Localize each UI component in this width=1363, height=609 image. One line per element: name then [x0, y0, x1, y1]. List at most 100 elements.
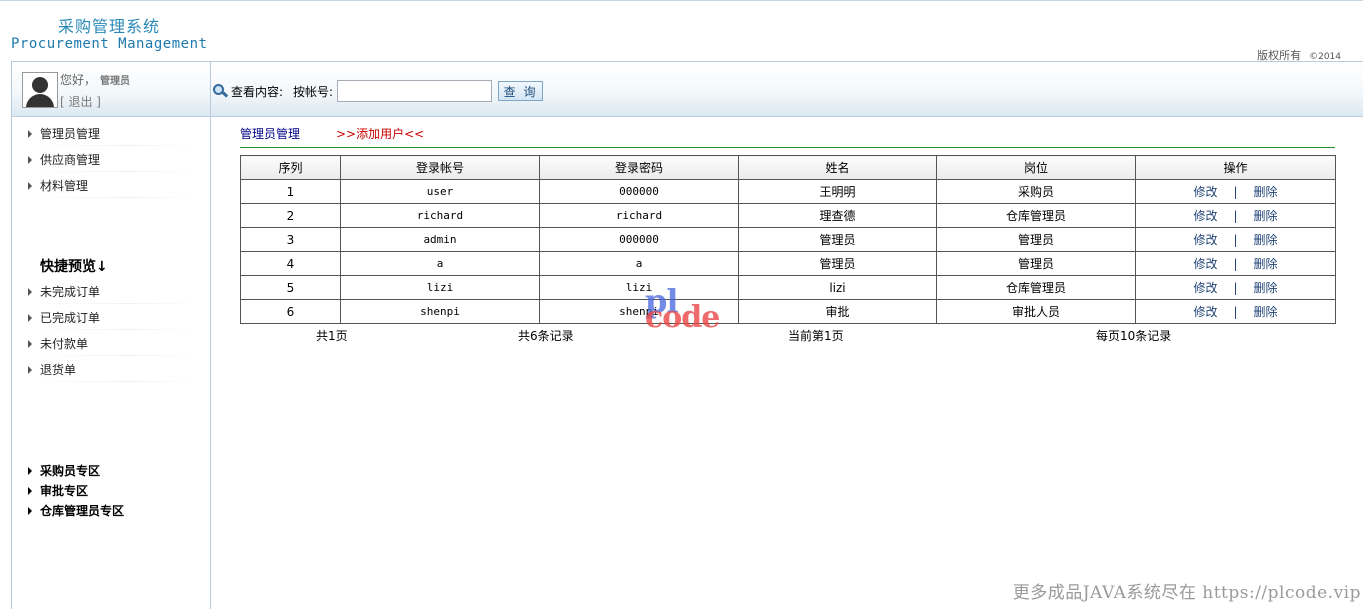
app-header: 采购管理系统 Procurement Management 版权所有 ©2014 [0, 0, 1363, 62]
triangle-right-icon [28, 287, 32, 296]
app-title-en: Procurement Management [11, 36, 208, 52]
action-separator: | [1233, 185, 1238, 199]
triangle-right-icon [28, 155, 32, 164]
user-panel: 您好， 管理员 [ 退出 ] [12, 62, 211, 116]
column-header: 操作 [1135, 155, 1336, 180]
delete-link[interactable]: 删除 [1254, 185, 1278, 199]
logout-link[interactable]: [ 退出 ] [60, 93, 101, 110]
sidebar-item-finished-orders[interactable]: 已完成订单 [28, 309, 198, 330]
sidebar-item-unfinished-orders[interactable]: 未完成订单 [28, 283, 198, 304]
table-header-row: 序列 登录帐号 登录密码 姓名 岗位 操作 [240, 155, 1336, 180]
sidebar-item-supplier-management[interactable]: 供应商管理 [28, 151, 198, 172]
row-name-cell: 王明明 [738, 179, 937, 204]
action-separator: | [1233, 209, 1238, 223]
delete-link[interactable]: 删除 [1254, 281, 1278, 295]
row-id-cell: 5 [240, 275, 341, 300]
search-button[interactable]: 查 询 [498, 81, 544, 101]
sidebar-item-label: 未完成订单 [40, 285, 101, 299]
site-banner: 更多成品JAVA系统尽在 https://plcode.vip [1012, 583, 1361, 603]
triangle-right-icon [28, 506, 32, 515]
row-post-cell: 管理员 [936, 227, 1136, 252]
row-password-cell: shenpi [539, 299, 739, 324]
search-label: 查看内容: [231, 84, 284, 99]
delete-link[interactable]: 删除 [1254, 209, 1278, 223]
row-password-cell: richard [539, 203, 739, 228]
sidebar-item-label: 未付款单 [40, 337, 89, 351]
row-actions-cell: 修改 | 删除 [1135, 203, 1336, 228]
action-separator: | [1233, 257, 1238, 271]
row-actions-cell: 修改 | 删除 [1135, 179, 1336, 204]
row-actions-cell: 修改 | 删除 [1135, 227, 1336, 252]
greeting-text: 您好， [60, 73, 97, 87]
row-account-cell: admin [340, 227, 540, 252]
triangle-right-icon [28, 486, 32, 495]
row-name-cell: 审批 [738, 299, 937, 324]
row-account-cell: a [340, 251, 540, 276]
row-account-cell: lizi [340, 275, 540, 300]
zone-label: 仓库管理员专区 [40, 504, 125, 518]
user-role: 管理员 [100, 76, 131, 87]
admin-table: 序列 登录帐号 登录密码 姓名 岗位 操作 1 user 000000 王明明 采购员修… [240, 155, 1336, 324]
delete-link[interactable]: 删除 [1254, 305, 1278, 319]
action-separator: | [1233, 305, 1238, 319]
row-password-cell: lizi [539, 275, 739, 300]
pager-page-size: 每页10条记录 [1096, 329, 1172, 343]
sidebar-item-material-management[interactable]: 材料管理 [28, 177, 198, 198]
edit-link[interactable]: 修改 [1193, 185, 1217, 199]
search-by-account-label: 按帐号: [293, 84, 334, 99]
edit-link[interactable]: 修改 [1193, 209, 1217, 223]
row-account-cell: richard [340, 203, 540, 228]
row-id-cell: 3 [240, 227, 341, 252]
edit-link[interactable]: 修改 [1193, 281, 1217, 295]
row-id-cell: 4 [240, 251, 341, 276]
zone-label: 采购员专区 [40, 464, 101, 478]
column-header: 登录帐号 [340, 155, 540, 180]
column-header: 岗位 [936, 155, 1136, 180]
magnifier-icon [212, 83, 229, 99]
app-title-cn: 采购管理系统 [58, 17, 161, 36]
main-content: 管理员管理 >>添加用户<< 序列 登录帐号 登录密码 姓名 岗位 操作 1 us… [212, 117, 1363, 609]
edit-link[interactable]: 修改 [1193, 257, 1217, 271]
table-row: 4 a a 管理员 管理员 修改 | 删除 [240, 251, 1336, 276]
sidebar-item-admin-management[interactable]: 管理员管理 [28, 125, 198, 146]
triangle-right-icon [28, 313, 32, 322]
sidebar-zone-warehouse[interactable]: 仓库管理员专区 [28, 502, 124, 519]
sidebar-item-label: 供应商管理 [40, 153, 101, 167]
triangle-right-icon [28, 129, 32, 138]
sidebar-zone-purchaser[interactable]: 采购员专区 [28, 462, 100, 479]
delete-link[interactable]: 删除 [1254, 233, 1278, 247]
row-account-cell: user [340, 179, 540, 204]
edit-link[interactable]: 修改 [1193, 305, 1217, 319]
row-actions-cell: 修改 | 删除 [1135, 299, 1336, 324]
search-bar: 查看内容: 按帐号: 查 询 [212, 80, 544, 102]
row-post-cell: 管理员 [936, 251, 1136, 276]
sidebar-item-unpaid-bills[interactable]: 未付款单 [28, 335, 198, 356]
zone-label: 审批专区 [40, 484, 89, 498]
row-password-cell: 000000 [539, 227, 739, 252]
row-name-cell: 管理员 [738, 227, 937, 252]
sidebar-zone-approval[interactable]: 审批专区 [28, 482, 88, 499]
row-id-cell: 1 [240, 179, 341, 204]
triangle-right-icon [28, 365, 32, 374]
table-row: 3 admin 000000 管理员 管理员 修改 | 删除 [240, 227, 1336, 252]
table-row: 1 user 000000 王明明 采购员 修改 | 删除 [240, 179, 1336, 204]
pager-total-pages: 共1页 [316, 329, 348, 343]
edit-link[interactable]: 修改 [1193, 233, 1217, 247]
sidebar-item-return-bills[interactable]: 退货单 [28, 361, 198, 382]
divider [240, 147, 1335, 148]
column-header: 序列 [240, 155, 341, 180]
row-name-cell: lizi [738, 275, 937, 300]
row-password-cell: a [539, 251, 739, 276]
action-separator: | [1233, 281, 1238, 295]
row-password-cell: 000000 [539, 179, 739, 204]
account-search-input[interactable] [337, 80, 493, 102]
delete-link[interactable]: 删除 [1254, 257, 1278, 271]
user-greeting: 您好， 管理员 [60, 71, 130, 88]
sidebar-item-label: 退货单 [40, 363, 77, 377]
row-actions-cell: 修改 | 删除 [1135, 251, 1336, 276]
row-actions-cell: 修改 | 删除 [1135, 275, 1336, 300]
pager-current-page: 当前第1页 [788, 329, 844, 343]
add-user-link[interactable]: >>添加用户<< [336, 125, 424, 142]
triangle-right-icon [28, 466, 32, 475]
table-row: 6 shenpi shenpi 审批 审批人员 修改 | 删除 [240, 299, 1336, 324]
